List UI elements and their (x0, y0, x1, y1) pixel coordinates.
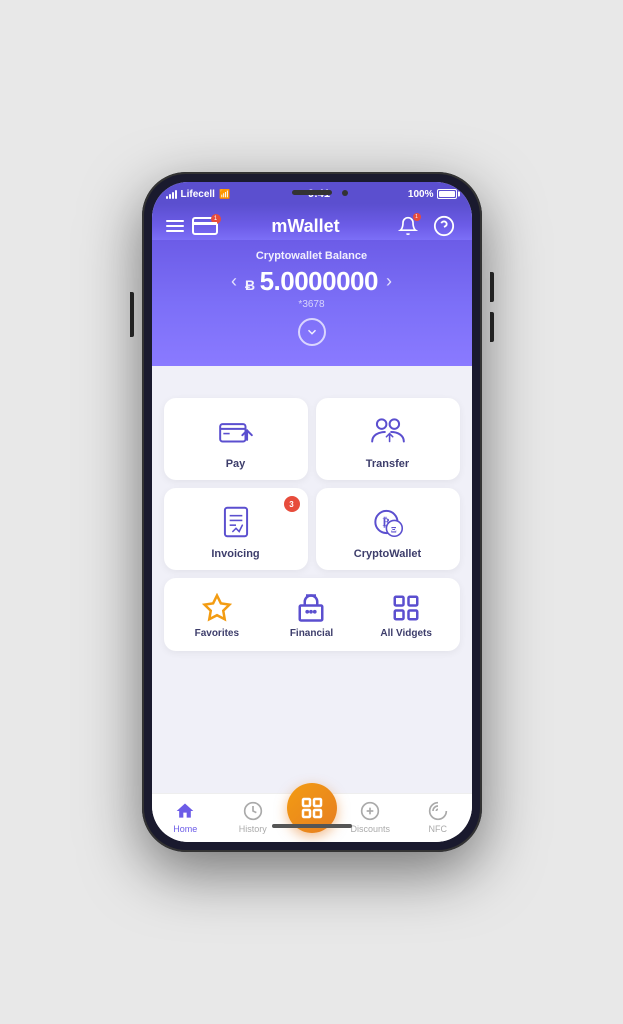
balance-next-button[interactable]: › (386, 271, 392, 292)
history-icon (242, 800, 264, 822)
currency-symbol: Ƀ (245, 277, 255, 293)
financial-widget[interactable]: Financial (266, 588, 357, 643)
app-header: 1 mWallet 1 (152, 204, 472, 240)
expand-balance-button[interactable] (298, 318, 326, 346)
all-widgets-icon (390, 592, 422, 624)
main-content: Pay Transfer (152, 386, 472, 793)
account-number: *3678 (166, 299, 458, 310)
transfer-card[interactable]: Transfer (316, 398, 460, 480)
all-widgets-widget[interactable]: All Vidgets (361, 588, 452, 643)
card-notification-badge: 1 (211, 214, 221, 224)
transfer-label: Transfer (366, 458, 409, 470)
volume-down-button[interactable] (490, 312, 494, 342)
app-title: mWallet (271, 216, 339, 237)
nav-discounts[interactable]: Discounts (337, 800, 405, 834)
speaker (292, 190, 332, 195)
pay-label: Pay (226, 458, 246, 470)
pay-card[interactable]: Pay (164, 398, 308, 480)
cryptowallet-label: CryptoWallet (354, 548, 421, 560)
nav-home[interactable]: Home (152, 800, 220, 834)
phone-device: Lifecell 📶 9:41 100% 1 (142, 172, 482, 852)
battery-percent: 100% (408, 189, 434, 200)
notification-count-badge: 1 (413, 213, 421, 221)
phone-screen: Lifecell 📶 9:41 100% 1 (152, 182, 472, 842)
widgets-row: Favorites Financial (164, 578, 460, 651)
balance-value: 5.0000000 (260, 266, 378, 296)
battery-icon (437, 189, 457, 199)
transfer-icon (368, 412, 408, 452)
carrier-name: Lifecell (181, 189, 215, 200)
notification-bell-button[interactable]: 1 (394, 212, 422, 240)
discounts-icon (359, 800, 381, 822)
financial-label: Financial (290, 628, 333, 639)
service-grid: Pay Transfer (164, 398, 460, 570)
invoicing-label: Invoicing (211, 548, 259, 560)
home-icon (174, 800, 196, 822)
favorites-label: Favorites (195, 628, 239, 639)
history-nav-label: History (239, 824, 267, 834)
favorites-widget[interactable]: Favorites (172, 588, 263, 643)
bottom-navigation: Home History (152, 793, 472, 842)
balance-label: Cryptowallet Balance (166, 250, 458, 262)
power-button[interactable] (130, 292, 134, 337)
nfc-nav-label: NFC (429, 824, 448, 834)
status-right: 100% (408, 189, 458, 200)
nfc-icon (427, 800, 449, 822)
balance-prev-button[interactable]: ‹ (231, 271, 237, 292)
invoicing-card[interactable]: 3 Invoicing (164, 488, 308, 570)
pay-icon (216, 412, 256, 452)
financial-icon (295, 592, 327, 624)
svg-text:Ξ: Ξ (390, 524, 396, 534)
balance-section: Cryptowallet Balance ‹ Ƀ 5.0000000 › *36… (152, 240, 472, 366)
cryptowallet-card[interactable]: ₿ Ξ CryptoWallet (316, 488, 460, 570)
help-button[interactable] (430, 212, 458, 240)
volume-up-button[interactable] (490, 272, 494, 302)
invoicing-icon (216, 502, 256, 542)
nav-nfc[interactable]: NFC (404, 800, 472, 834)
menu-button[interactable] (166, 220, 184, 232)
balance-row: ‹ Ƀ 5.0000000 › (166, 266, 458, 297)
home-nav-label: Home (173, 824, 197, 834)
balance-amount: Ƀ 5.0000000 (245, 266, 378, 297)
home-indicator (272, 824, 352, 828)
card-icon[interactable]: 1 (192, 217, 218, 235)
header-right-actions: 1 (394, 212, 458, 240)
header-left-actions: 1 (166, 217, 218, 235)
status-left: Lifecell 📶 (166, 189, 231, 200)
favorites-icon (201, 592, 233, 624)
wifi-icon: 📶 (219, 189, 230, 200)
all-widgets-label: All Vidgets (380, 628, 432, 639)
wave-divider (152, 366, 472, 386)
nav-history[interactable]: History (219, 800, 287, 834)
invoicing-badge: 3 (284, 496, 300, 512)
cryptowallet-icon: ₿ Ξ (368, 502, 408, 542)
front-camera (342, 190, 348, 196)
discounts-nav-label: Discounts (350, 824, 390, 834)
signal-icon (166, 189, 177, 199)
